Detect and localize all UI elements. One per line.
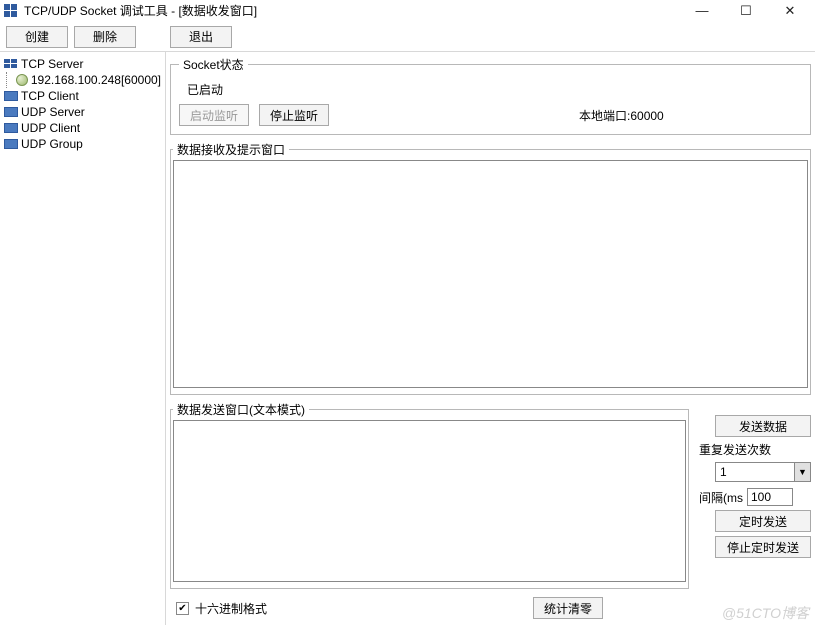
client-icon — [4, 107, 18, 117]
window-controls: — ☐ ✕ — [689, 2, 811, 20]
server-icon — [4, 59, 18, 69]
stat-clear-button[interactable]: 统计清零 — [533, 597, 603, 619]
create-button[interactable]: 创建 — [6, 26, 68, 48]
connection-tree: TCP Server 192.168.100.248[60000] TCP Cl… — [0, 52, 166, 625]
hex-format-label: 十六进制格式 — [195, 600, 267, 617]
client-icon — [4, 123, 18, 133]
tree-item-tcp-client[interactable]: TCP Client — [2, 88, 163, 104]
tree-item-connection[interactable]: 192.168.100.248[60000] — [2, 72, 163, 88]
delete-button[interactable]: 删除 — [74, 26, 136, 48]
exit-button[interactable]: 退出 — [170, 26, 232, 48]
tree-label: TCP Server — [21, 56, 83, 72]
socket-state-text: 已启动 — [179, 81, 802, 98]
stop-listen-button[interactable]: 停止监听 — [259, 104, 329, 126]
send-group: 数据发送窗口(文本模式) — [170, 401, 689, 589]
title-bar: TCP/UDP Socket 调试工具 - [数据收发窗口] — ☐ ✕ — [0, 0, 815, 22]
socket-status-legend: Socket状态 — [179, 56, 248, 73]
local-port-label: 本地端口:60000 — [579, 107, 664, 124]
main-area: TCP Server 192.168.100.248[60000] TCP Cl… — [0, 52, 815, 625]
bottom-bar: ✔ 十六进制格式 统计清零 — [170, 595, 811, 619]
stop-timed-send-button[interactable]: 停止定时发送 — [715, 536, 811, 558]
send-textarea[interactable] — [173, 420, 686, 582]
send-button[interactable]: 发送数据 — [715, 415, 811, 437]
timed-send-button[interactable]: 定时发送 — [715, 510, 811, 532]
watermark-text: @51CTO博客 — [722, 603, 809, 623]
maximize-button[interactable]: ☐ — [733, 2, 759, 20]
window-title: TCP/UDP Socket 调试工具 - [数据收发窗口] — [24, 2, 689, 19]
send-legend: 数据发送窗口(文本模式) — [173, 401, 309, 418]
client-icon — [4, 139, 18, 149]
app-icon — [4, 4, 18, 18]
receive-group: 数据接收及提示窗口 — [170, 141, 811, 395]
send-side-panel: 发送数据 重复发送次数 1 ▼ 间隔(ms 定时发送 停止定时发送 — [695, 401, 811, 595]
chevron-down-icon: ▼ — [794, 463, 810, 481]
client-icon — [4, 91, 18, 101]
tree-label: UDP Client — [21, 120, 80, 136]
tree-label: TCP Client — [21, 88, 79, 104]
receive-legend: 数据接收及提示窗口 — [173, 141, 289, 158]
tree-label: UDP Server — [21, 104, 85, 120]
repeat-count-label: 重复发送次数 — [695, 441, 811, 458]
receive-textarea[interactable] — [173, 160, 808, 388]
tree-item-udp-client[interactable]: UDP Client — [2, 120, 163, 136]
tree-label: 192.168.100.248[60000] — [31, 72, 161, 88]
interval-input[interactable] — [747, 488, 793, 506]
interval-label: 间隔(ms — [699, 489, 743, 506]
close-button[interactable]: ✕ — [777, 2, 803, 20]
socket-status-group: Socket状态 已启动 启动监听 停止监听 本地端口:60000 — [170, 56, 811, 135]
toolbar: 创建 删除 退出 — [0, 22, 815, 52]
content-pane: Socket状态 已启动 启动监听 停止监听 本地端口:60000 数据接收及提… — [166, 52, 815, 625]
tree-item-udp-group[interactable]: UDP Group — [2, 136, 163, 152]
tree-item-udp-server[interactable]: UDP Server — [2, 104, 163, 120]
connection-icon — [16, 74, 28, 86]
tree-label: UDP Group — [21, 136, 83, 152]
repeat-count-select[interactable]: 1 ▼ — [715, 462, 811, 482]
tree-item-tcp-server[interactable]: TCP Server — [2, 56, 163, 72]
minimize-button[interactable]: — — [689, 2, 715, 20]
repeat-count-value: 1 — [716, 463, 794, 481]
start-listen-button[interactable]: 启动监听 — [179, 104, 249, 126]
hex-format-checkbox[interactable]: ✔ — [176, 602, 189, 615]
